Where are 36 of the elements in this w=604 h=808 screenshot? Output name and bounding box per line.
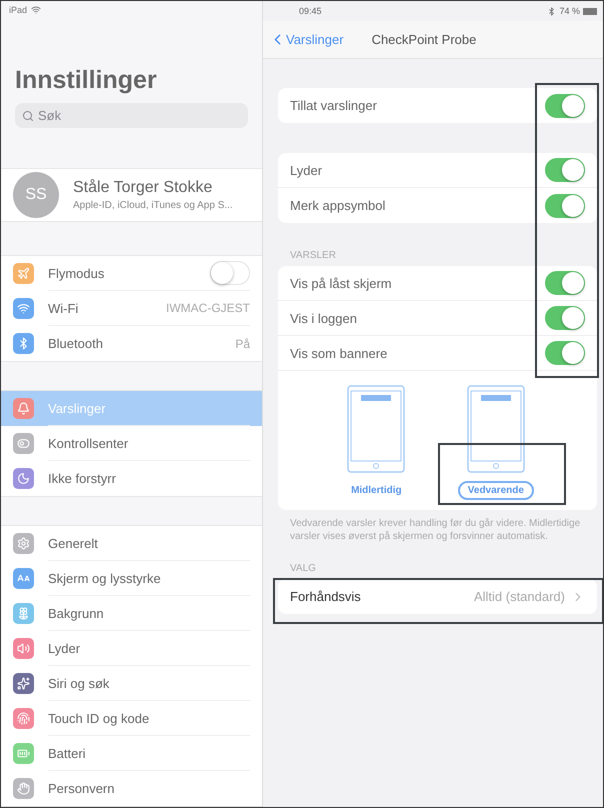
tablet-icon xyxy=(347,385,406,473)
preview-row[interactable]: Forhåndsvis Alltid (standard) xyxy=(278,579,597,614)
status-time: 09:45 xyxy=(299,6,322,16)
section-header: VALG xyxy=(289,563,317,576)
wifi-icon xyxy=(31,4,42,15)
section-footer: Vedvarende varsler krever handling før du går videre. Midlertidige varsler vises øverst på skjermen og forsvinner automatisk. xyxy=(263,510,603,543)
tablet-icon xyxy=(466,385,525,473)
setting-label: Lyder xyxy=(290,162,322,178)
toggle-switch[interactable] xyxy=(545,158,585,182)
toggle-switch[interactable] xyxy=(545,94,585,118)
setting-label: Vis som bannere xyxy=(290,346,388,360)
setting-label: Tillat varslinger xyxy=(290,98,377,113)
section-header: VARSLER xyxy=(289,250,337,263)
banner-style-option[interactable]: Vedvarende xyxy=(458,481,534,500)
profile-subtitle: Apple-ID, iCloud, iTunes og App S... xyxy=(73,200,233,211)
device-name: iPad xyxy=(9,4,28,15)
setting-label: Vis på låst skjerm xyxy=(290,276,392,290)
avatar: SS xyxy=(13,172,59,218)
setting-value: IWMAC-GJEST xyxy=(166,301,250,315)
bluetooth-icon xyxy=(547,6,556,16)
setting-value: Alltid (standard) xyxy=(474,589,565,604)
setting-label: Vis i loggen xyxy=(290,310,357,326)
setting-label: Merk appsymbol xyxy=(290,198,386,213)
profile-row[interactable]: SS Ståle Torger Stokke Apple-ID, iCloud, iTunes og App S... xyxy=(1,168,262,222)
toggle-switch[interactable] xyxy=(545,306,585,330)
battery-level: 74 % xyxy=(559,6,580,16)
page-title: CheckPoint Probe xyxy=(372,32,476,47)
back-button[interactable]: Varslinger xyxy=(269,31,344,48)
battery-icon xyxy=(583,8,597,14)
sidebar-title: Innstillinger xyxy=(15,66,158,96)
search-icon xyxy=(22,110,34,122)
toggle-switch[interactable] xyxy=(545,341,585,365)
setting-value: På xyxy=(235,336,250,350)
toggle-switch[interactable] xyxy=(545,271,585,295)
toggle-switch[interactable] xyxy=(545,194,585,218)
profile-name: Ståle Torger Stokke xyxy=(73,178,214,197)
